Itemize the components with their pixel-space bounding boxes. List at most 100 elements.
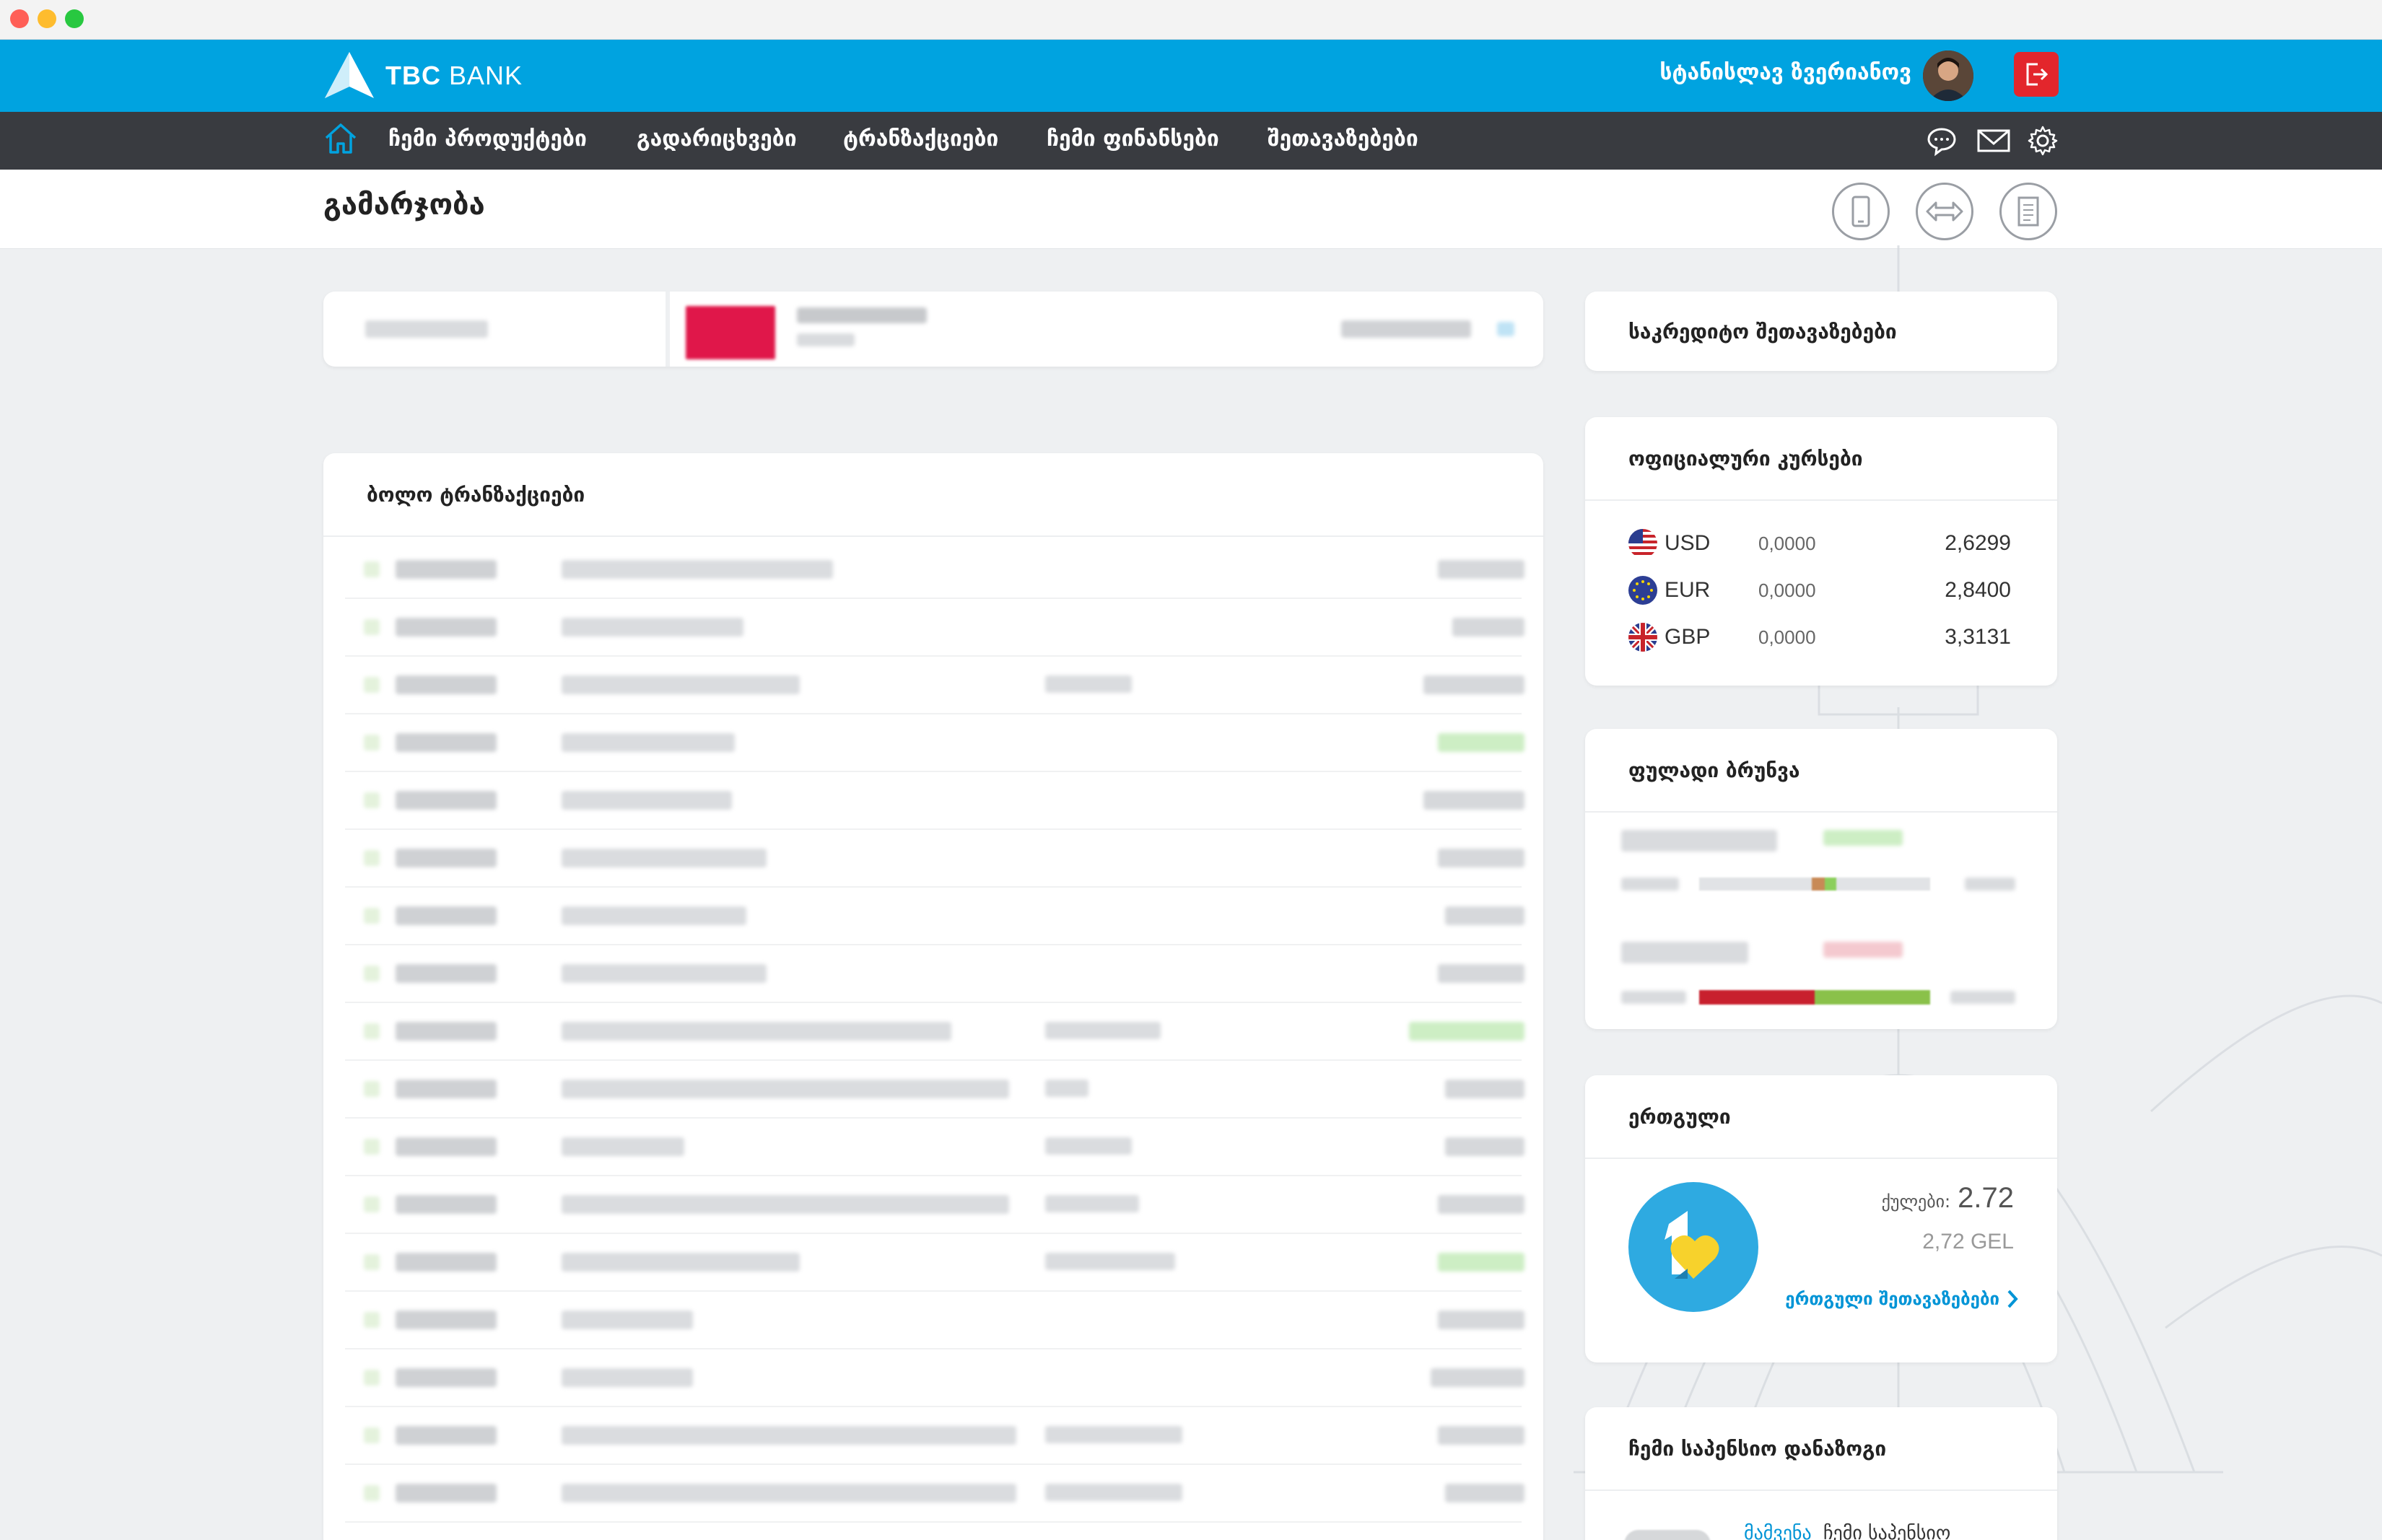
table-row[interactable] bbox=[345, 1292, 1524, 1349]
window-titlebar bbox=[0, 0, 2382, 40]
recent-transactions-card: ბოლო ტრანზაქციები bbox=[323, 453, 1543, 1540]
tx-icon-blurred bbox=[364, 792, 380, 808]
table-row[interactable] bbox=[345, 888, 1524, 945]
points-gel-value: 2,72 GEL bbox=[1922, 1230, 2014, 1254]
official-rates-card: ოფიციალური კურსები USD 0,0000 2,6299 EUR… bbox=[1585, 417, 2057, 686]
settings-icon[interactable] bbox=[2027, 125, 2059, 159]
income-total-blurred bbox=[1965, 878, 2015, 891]
pension-image bbox=[1624, 1530, 1711, 1540]
table-row[interactable] bbox=[345, 1465, 1524, 1523]
tx-description-blurred bbox=[562, 906, 746, 925]
tx-description-blurred bbox=[562, 1426, 1016, 1445]
us-flag-icon bbox=[1628, 529, 1657, 558]
pension-link-row: მამვენა ჩემი საპენსიო bbox=[1744, 1523, 1950, 1540]
pension-savings-title: ჩემი საპენსიო დანაზოგი bbox=[1585, 1407, 2057, 1491]
close-window-dot[interactable] bbox=[10, 9, 29, 28]
loyalty-offers-link-label: ერთგული შეთავაზებები bbox=[1785, 1289, 1999, 1309]
nav-my-products[interactable]: ჩემი პროდუქტები bbox=[388, 126, 587, 152]
tx-amount-blurred bbox=[1452, 618, 1524, 636]
tx-date-blurred bbox=[396, 1368, 497, 1387]
tx-date-blurred bbox=[396, 1195, 497, 1214]
card-number-blurred bbox=[797, 333, 855, 346]
mail-icon[interactable] bbox=[1976, 125, 2011, 159]
expense-total-blurred bbox=[1950, 991, 2015, 1004]
nav-offers[interactable]: შეთავაზებები bbox=[1268, 126, 1418, 152]
table-row[interactable] bbox=[345, 830, 1524, 888]
maximize-window-dot[interactable] bbox=[65, 9, 84, 28]
tx-description-blurred bbox=[562, 1311, 693, 1329]
table-row[interactable] bbox=[345, 714, 1524, 772]
table-row[interactable] bbox=[345, 1407, 1524, 1465]
account-name-blurred bbox=[365, 320, 488, 338]
table-row[interactable] bbox=[345, 1349, 1524, 1407]
tx-amount-blurred bbox=[1445, 1137, 1524, 1156]
tx-category-blurred bbox=[1045, 675, 1132, 693]
table-row[interactable] bbox=[345, 541, 1524, 599]
tx-amount-blurred bbox=[1438, 1253, 1524, 1272]
tx-amount-blurred bbox=[1438, 1426, 1524, 1445]
minimize-window-dot[interactable] bbox=[38, 9, 56, 28]
tx-description-blurred bbox=[562, 618, 743, 636]
top-bar: TBC BANK სტანისლავ ზვერიანოვ bbox=[0, 40, 2382, 112]
loyalty-heart-icon bbox=[1628, 1182, 1758, 1312]
transfer-button[interactable] bbox=[1916, 183, 1973, 240]
income-bar bbox=[1699, 878, 1930, 891]
table-row[interactable] bbox=[345, 1234, 1524, 1292]
table-row[interactable] bbox=[345, 657, 1524, 714]
income-label-blurred bbox=[1621, 830, 1777, 852]
tx-amount-blurred bbox=[1438, 1311, 1524, 1329]
main-nav: ჩემი პროდუქტები გადარიცხვები ტრანზაქციებ… bbox=[0, 112, 2382, 170]
loyalty-offers-link[interactable]: ერთგული შეთავაზებები bbox=[1785, 1289, 2018, 1309]
nav-my-finances[interactable]: ჩემი ფინანსები bbox=[1047, 126, 1219, 152]
tx-icon-blurred bbox=[364, 677, 380, 693]
tx-description-blurred bbox=[562, 1368, 693, 1387]
tx-date-blurred bbox=[396, 1253, 497, 1272]
nav-transactions[interactable]: ტრანზაქციები bbox=[843, 126, 998, 152]
pension-text: ჩემი საპენსიო bbox=[1823, 1523, 1951, 1540]
nav-transfers[interactable]: გადარიცხვები bbox=[637, 126, 797, 152]
tx-icon-blurred bbox=[364, 1023, 380, 1039]
table-row[interactable] bbox=[345, 945, 1524, 1003]
tx-icon-blurred bbox=[364, 1196, 380, 1212]
credit-offers-card[interactable]: საკრედიტო შეთავაზებები bbox=[1585, 292, 2057, 371]
tx-description-blurred bbox=[562, 1137, 684, 1156]
chevron-right-icon bbox=[2007, 1290, 2018, 1308]
avatar[interactable] bbox=[1923, 51, 1973, 101]
table-row[interactable] bbox=[345, 1176, 1524, 1234]
tbc-bank-logo[interactable]: TBC BANK bbox=[323, 51, 523, 101]
logout-button[interactable] bbox=[2014, 52, 2059, 97]
mobile-topup-button[interactable] bbox=[1832, 183, 1890, 240]
tx-category-blurred bbox=[1045, 1484, 1182, 1501]
tx-icon-blurred bbox=[364, 966, 380, 981]
tx-description-blurred bbox=[562, 1080, 1009, 1098]
expense-amount-blurred bbox=[1823, 942, 1903, 958]
pension-link[interactable]: მამვენა bbox=[1744, 1523, 1812, 1540]
table-row[interactable] bbox=[345, 1061, 1524, 1119]
tx-date-blurred bbox=[396, 733, 497, 752]
table-row[interactable] bbox=[345, 1119, 1524, 1176]
home-icon[interactable] bbox=[323, 122, 358, 158]
tx-icon-blurred bbox=[364, 1312, 380, 1328]
tx-amount-blurred bbox=[1431, 1368, 1524, 1387]
income-amount-blurred bbox=[1823, 830, 1903, 846]
user-name[interactable]: სტანისლავ ზვერიანოვ bbox=[1659, 60, 1911, 85]
tx-description-blurred bbox=[562, 1253, 800, 1272]
tx-description-blurred bbox=[562, 1484, 1016, 1502]
chat-icon[interactable] bbox=[1926, 125, 1958, 159]
tx-icon-blurred bbox=[364, 908, 380, 924]
table-row[interactable] bbox=[345, 1003, 1524, 1061]
rate-value: 2,6299 bbox=[1945, 531, 2011, 555]
rate-code: EUR bbox=[1665, 578, 1711, 602]
tx-category-blurred bbox=[1045, 1137, 1132, 1155]
tx-date-blurred bbox=[396, 1484, 497, 1502]
account-card[interactable] bbox=[323, 292, 1543, 367]
cash-flow-card[interactable]: ფულადი ბრუნვა bbox=[1585, 729, 2057, 1029]
tx-icon-blurred bbox=[364, 1254, 380, 1270]
tx-amount-blurred bbox=[1423, 675, 1524, 694]
tx-description-blurred bbox=[562, 791, 732, 810]
table-row[interactable] bbox=[345, 772, 1524, 830]
page-title: გამარჯობა bbox=[323, 188, 485, 222]
statement-button[interactable] bbox=[1999, 183, 2057, 240]
table-row[interactable] bbox=[345, 599, 1524, 657]
card-currency-blurred bbox=[1497, 322, 1514, 336]
